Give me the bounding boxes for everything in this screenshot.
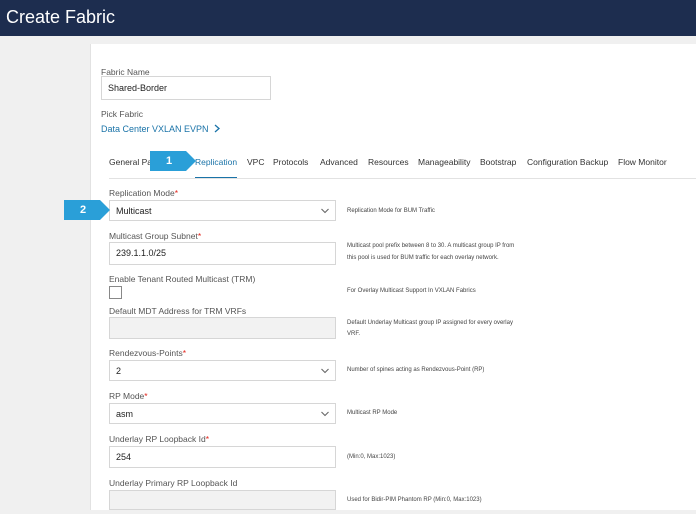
tab-resources[interactable]: Resources [368, 151, 409, 177]
tab-advanced[interactable]: Advanced [320, 151, 358, 177]
rendezvous-points-label-text: Rendezvous-Points [109, 348, 183, 358]
callout-1: 1 [150, 151, 196, 171]
rp-mode-label: RP Mode* [109, 391, 148, 401]
callout-2: 2 [64, 200, 110, 220]
title-bar: Create Fabric [0, 0, 696, 36]
replication-mode-label-text: Replication Mode [109, 188, 175, 198]
tab-flow-monitor[interactable]: Flow Monitor [618, 151, 667, 177]
trm-hint: For Overlay Multicast Support In VXLAN F… [347, 288, 476, 294]
required-marker: * [174, 188, 178, 198]
required-marker: * [205, 434, 210, 444]
rp-mode-label-text: RP Mode [109, 391, 145, 401]
replication-mode-hint: Replication Mode for BUM Traffic [347, 208, 435, 214]
underlay-rp-loopback-hint: (Min:0, Max:1023) [347, 454, 396, 460]
rendezvous-points-select[interactable]: 2 [109, 360, 336, 381]
replication-mode-label: Replication Mode* [109, 188, 178, 198]
underlay-rp-loopback-input[interactable]: 254 [109, 446, 336, 468]
chevron-down-icon [321, 411, 329, 417]
required-marker: * [182, 348, 187, 358]
multicast-group-subnet-label-text: Multicast Group Subnet [109, 231, 198, 241]
rendezvous-points-value: 2 [116, 366, 122, 376]
window-title: Create Fabric [6, 7, 116, 27]
multicast-group-subnet-hint-2: this pool is used for BUM traffic for ea… [347, 255, 499, 261]
mdt-address-hint-2: VRF. [347, 331, 361, 337]
underlay-primary-rp-loopback-hint: Used for Bidir-PIM Phantom RP (Min:0, Ma… [347, 497, 482, 503]
rp-mode-value: asm [116, 409, 134, 419]
tab-configuration-backup[interactable]: Configuration Backup [527, 151, 608, 177]
pick-fabric-link-text: Data Center VXLAN EVPN [101, 124, 209, 134]
mdt-address-label: Default MDT Address for TRM VRFs [109, 306, 247, 316]
underlay-rp-loopback-label-text: Underlay RP Loopback Id [109, 434, 206, 444]
required-marker: * [197, 231, 202, 241]
tab-protocols[interactable]: Protocols [273, 151, 308, 177]
multicast-group-subnet-label: Multicast Group Subnet* [109, 231, 201, 241]
required-marker: * [144, 391, 148, 401]
rp-mode-hint: Multicast RP Mode [347, 410, 398, 416]
trm-checkbox[interactable] [109, 286, 122, 299]
tab-vpc[interactable]: VPC [247, 151, 264, 177]
callout-arrow-shape [150, 151, 196, 171]
replication-mode-value: Multicast [116, 206, 152, 216]
underlay-primary-rp-loopback-input[interactable] [109, 490, 336, 510]
chevron-right-icon [214, 124, 221, 133]
tab-manageability[interactable]: Manageability [418, 151, 470, 177]
fabric-name-input[interactable]: Shared-Border [101, 76, 271, 100]
multicast-group-subnet-input[interactable]: 239.1.1.0/25 [109, 242, 336, 265]
replication-mode-select[interactable]: Multicast [109, 200, 336, 221]
pick-fabric-link[interactable]: Data Center VXLAN EVPN [101, 124, 221, 134]
chevron-down-icon [321, 208, 329, 214]
tab-general-parameters[interactable]: General Pa [109, 151, 152, 177]
tab-bootstrap[interactable]: Bootstrap [480, 151, 516, 177]
rendezvous-points-hint: Number of spines acting as Rendezvous-Po… [347, 367, 485, 373]
trm-label: Enable Tenant Routed Multicast (TRM) [109, 274, 256, 284]
callout-1-number: 1 [165, 155, 173, 167]
tab-replication[interactable]: Replication [195, 151, 238, 179]
callout-arrow-shape [64, 200, 110, 220]
rendezvous-points-label: Rendezvous-Points* [109, 348, 186, 358]
multicast-group-subnet-hint-1: Multicast pool prefix between 8 to 30. A… [347, 243, 515, 249]
underlay-rp-loopback-label: Underlay RP Loopback Id* [109, 434, 209, 444]
fabric-form-panel: Fabric Name Shared-Border Pick Fabric Da… [90, 44, 696, 510]
callout-2-number: 2 [79, 204, 87, 216]
rp-mode-select[interactable]: asm [109, 403, 336, 424]
tab-divider [109, 178, 696, 179]
underlay-primary-rp-loopback-label: Underlay Primary RP Loopback Id [109, 478, 238, 488]
mdt-address-input[interactable] [109, 317, 336, 339]
mdt-address-hint-1: Default Underlay Multicast group IP assi… [347, 320, 513, 326]
pick-fabric-label: Pick Fabric [101, 109, 144, 119]
chevron-down-icon [321, 368, 329, 374]
